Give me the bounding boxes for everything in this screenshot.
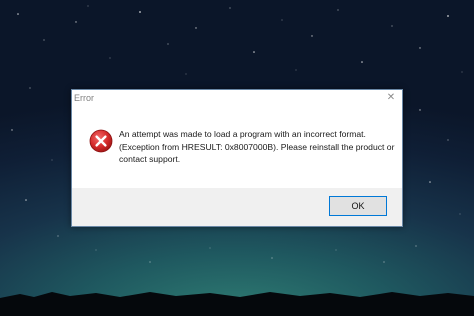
close-icon[interactable]: ✕ (384, 91, 398, 105)
ok-button[interactable]: OK (329, 196, 387, 216)
error-message: An attempt was made to load a program wi… (119, 129, 395, 164)
error-dialog: Error ✕ An attempt was made to load a pr… (71, 89, 403, 227)
horizon-silhouette (0, 292, 474, 316)
dialog-title: Error (74, 93, 94, 103)
dialog-body: An attempt was made to load a program wi… (72, 108, 402, 188)
dialog-titlebar[interactable]: Error ✕ (72, 90, 402, 108)
dialog-footer: OK (72, 188, 402, 226)
error-icon (89, 129, 113, 153)
